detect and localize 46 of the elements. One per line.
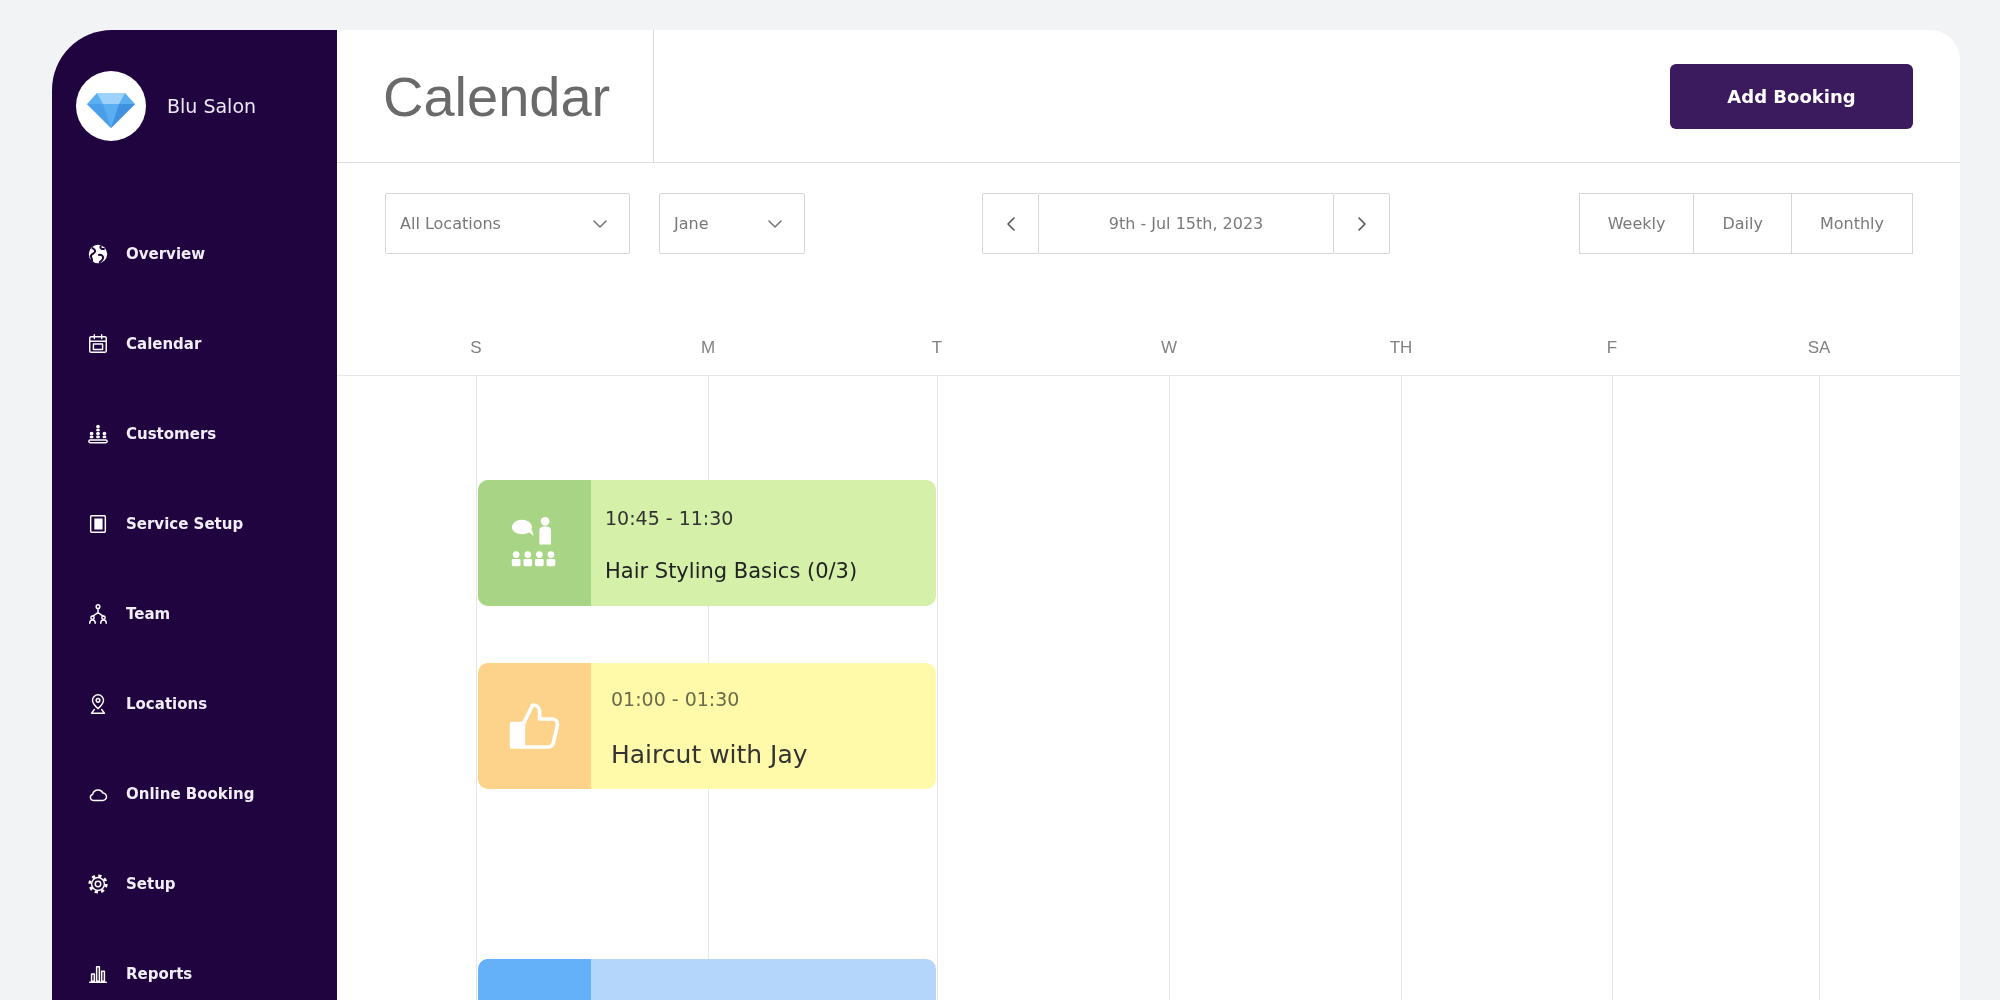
book-icon [87, 513, 109, 535]
nav-item[interactable]: Overview [87, 238, 206, 270]
day-header: TH [1389, 338, 1413, 358]
view-tab[interactable]: Monthly [1791, 193, 1913, 254]
diamond-logo-icon [76, 71, 146, 141]
previous-week-button[interactable] [982, 193, 1039, 254]
nav-item[interactable]: Customers [87, 418, 217, 450]
bar-chart-icon [87, 963, 109, 985]
brand-name: Blu Salon [167, 95, 257, 117]
nav-item[interactable]: Locations [87, 688, 208, 720]
gear-icon [87, 873, 109, 895]
nav-item[interactable]: Setup [87, 868, 176, 900]
event-title: Hair Styling Basics (0/3) [605, 558, 858, 585]
add-booking-button[interactable]: Add Booking [1670, 63, 1913, 129]
day-header: SA [1807, 338, 1831, 358]
nav-item[interactable]: Calendar [87, 328, 202, 360]
day-header: F [1606, 338, 1618, 358]
day-header: W [1161, 338, 1177, 358]
page-title: Calendar [383, 63, 611, 129]
people-group-icon [87, 423, 109, 445]
event-card[interactable]: 01:00 - 01:30 Haircut with Jay [478, 663, 936, 789]
globe-icon [87, 243, 109, 265]
chevron-right-icon [1357, 216, 1366, 231]
event-card[interactable] [478, 959, 936, 1000]
next-week-button[interactable] [1333, 193, 1390, 254]
date-range-label: 9th - Jul 15th, 2023 [1039, 193, 1333, 254]
chevron-left-icon [1006, 216, 1015, 231]
day-header: S [470, 338, 482, 358]
event-time: 10:45 - 11:30 [605, 506, 735, 530]
nav-item[interactable]: Online Booking [87, 778, 255, 810]
day-header: T [931, 338, 943, 358]
view-tab[interactable]: Daily [1694, 193, 1792, 254]
event-title: Haircut with Jay [611, 739, 808, 771]
nav-item[interactable]: Team [87, 598, 171, 630]
event-card[interactable]: 10:45 - 11:30 Hair Styling Basics (0/3) [478, 480, 936, 606]
filter-dropdown[interactable]: Jane [659, 193, 805, 254]
team-icon [87, 603, 109, 625]
nav-item[interactable]: Service Setup [87, 508, 244, 540]
day-header: M [700, 338, 716, 358]
view-tab[interactable]: Weekly [1578, 193, 1695, 254]
calendar-icon [87, 333, 109, 355]
chevron-down-icon [593, 219, 607, 228]
chevron-down-icon [768, 219, 782, 228]
filter-dropdown[interactable]: All Locations [385, 193, 630, 254]
nav-item[interactable]: Reports [87, 958, 193, 990]
event-time: 01:00 - 01:30 [611, 687, 741, 711]
